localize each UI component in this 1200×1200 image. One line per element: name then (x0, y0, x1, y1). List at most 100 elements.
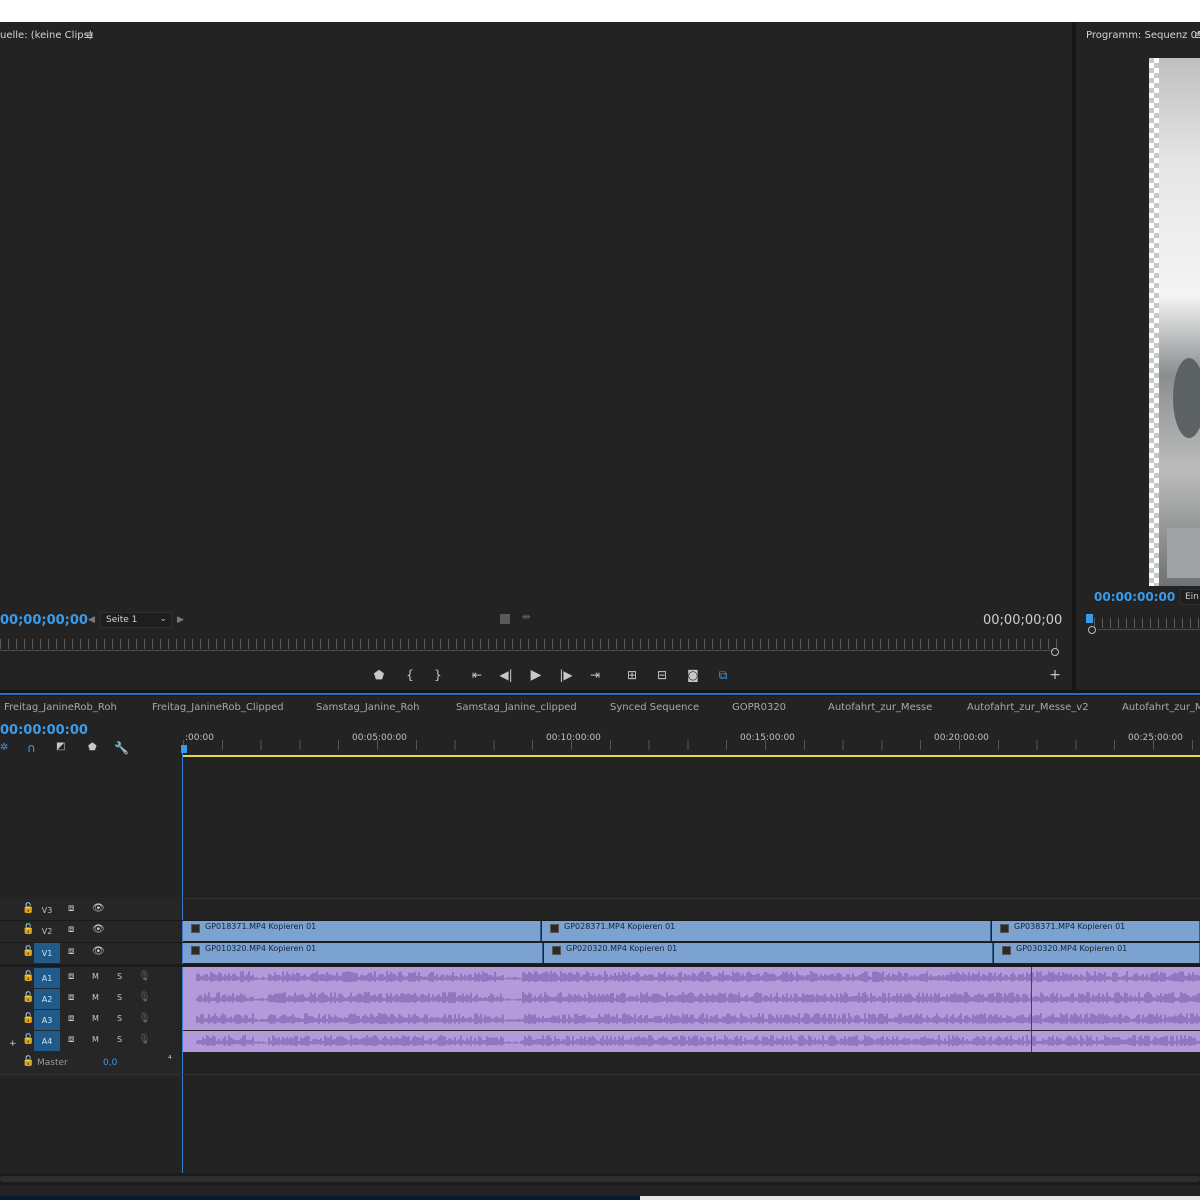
program-panel-title[interactable]: Programm: Sequenz 05 (1086, 30, 1200, 41)
step-back-icon[interactable]: ◀| (496, 666, 516, 684)
audio-clip-a1[interactable] (183, 967, 1200, 988)
video-clip[interactable]: GP038371.MP4 Kopieren 01 (992, 921, 1200, 941)
tab-sequence[interactable]: Autofahrt_zur_Me (1122, 702, 1200, 713)
sync-lock-icon[interactable]: ⧈ (68, 971, 74, 982)
track-header-v1[interactable]: 🔓 V1 ⧈ 👁 (0, 943, 180, 963)
program-menu-icon[interactable]: ≡ (1194, 28, 1200, 42)
add-button-icon[interactable]: + (1045, 666, 1065, 684)
audio-clip-a2[interactable] (183, 988, 1200, 1009)
tab-sequence[interactable]: Autofahrt_zur_Messe_v2 (967, 702, 1089, 713)
lock-icon[interactable]: 🔓 (22, 903, 34, 914)
mute-button[interactable]: M (92, 1014, 99, 1023)
track-label[interactable]: V1 (34, 943, 60, 963)
step-forward-icon[interactable]: |▶ (556, 666, 576, 684)
add-track-icon[interactable]: + (9, 1039, 17, 1049)
eye-icon[interactable]: 👁 (92, 946, 105, 957)
overwrite-icon[interactable]: ⊟ (652, 666, 672, 684)
source-scrub-track[interactable] (0, 650, 1054, 651)
program-ruler[interactable] (1094, 618, 1200, 628)
lock-icon[interactable]: 🔓 (22, 971, 34, 982)
timeline-timecode[interactable]: 00:00:00:00 (0, 723, 88, 738)
timeline-scroll-thumb[interactable] (0, 1176, 1200, 1182)
video-clip[interactable]: GP018371.MP4 Kopieren 01 (183, 921, 541, 941)
microphone-icon[interactable]: 🎙 (138, 971, 151, 982)
add-marker-icon[interactable]: ⬟ (369, 666, 389, 684)
lock-icon[interactable]: 🔓 (22, 1013, 34, 1024)
work-area-bar[interactable] (183, 755, 1200, 757)
solo-button[interactable]: S (117, 993, 122, 1002)
video-clip[interactable]: GP028371.MP4 Kopieren 01 (542, 921, 991, 941)
timeline-ruler[interactable] (183, 740, 1200, 750)
video-clip[interactable]: GP020320.MP4 Kopieren 01 (544, 943, 993, 963)
track-header-a1[interactable]: 🔓 A1 ⧈ M S 🎙 (0, 968, 180, 988)
track-label[interactable]: A1 (34, 968, 60, 988)
wrench-icon[interactable]: 🔧 (114, 741, 129, 755)
sync-lock-icon[interactable]: ⧈ (68, 992, 74, 1003)
track-header-a2[interactable]: 🔓 A2 ⧈ M S 🎙 (0, 989, 180, 1009)
track-header-v2[interactable]: 🔓 V2 ⧈ 👁 (0, 921, 180, 941)
video-clip[interactable]: GP010320.MP4 Kopieren 01 (183, 943, 543, 963)
eye-icon[interactable]: 👁 (92, 924, 105, 935)
track-header-a4[interactable]: + 🔓 A4 ⧈ M S 🎙 (0, 1031, 180, 1051)
mute-button[interactable]: M (92, 972, 99, 981)
mark-out-icon[interactable]: } (428, 666, 448, 684)
zoom-handle[interactable] (1051, 648, 1059, 656)
source-ruler[interactable] (0, 639, 1060, 649)
track-label[interactable]: V3 (34, 900, 60, 920)
program-zoom-handle[interactable] (1088, 626, 1096, 634)
lock-icon[interactable]: 🔓 (22, 1056, 34, 1067)
program-playhead[interactable] (1086, 614, 1093, 623)
audio-edit-point[interactable] (1031, 967, 1032, 1052)
linked-selection-icon[interactable]: ◩ (56, 741, 65, 752)
lock-icon[interactable]: 🔓 (22, 1034, 34, 1045)
video-clip[interactable]: GP030320.MP4 Kopieren 01 (994, 943, 1200, 963)
lock-icon[interactable]: 🔓 (22, 924, 34, 935)
mute-button[interactable]: M (92, 993, 99, 1002)
sync-lock-icon[interactable]: ⧈ (68, 1034, 74, 1045)
page-select[interactable]: Seite 1 ⌄ (100, 612, 172, 628)
next-page-icon[interactable]: ▶ (177, 615, 184, 625)
sync-lock-icon[interactable]: ⧈ (68, 946, 74, 957)
hamburger-menu-icon[interactable]: ≡ (84, 28, 94, 42)
play-icon[interactable]: ▶ (526, 666, 546, 684)
sync-lock-icon[interactable]: ⧈ (68, 1013, 74, 1024)
fit-select[interactable]: Ein (1180, 589, 1200, 605)
track-label[interactable]: A3 (34, 1010, 60, 1030)
go-to-in-icon[interactable]: ⇤ (467, 666, 487, 684)
ripple-icon[interactable]: ⇹ (522, 612, 530, 623)
mute-button[interactable]: M (92, 1035, 99, 1044)
tab-sequence[interactable]: GOPR0320 (732, 702, 786, 713)
sync-lock-icon[interactable]: ⧈ (68, 903, 74, 914)
source-panel-title[interactable]: uelle: (keine Clips) (0, 30, 93, 41)
tab-sequence[interactable]: Synced Sequence (610, 702, 699, 713)
microphone-icon[interactable]: 🎙 (138, 992, 151, 1003)
solo-button[interactable]: S (117, 1035, 122, 1044)
keyframe-icon[interactable]: ⁴ (168, 1055, 172, 1065)
solo-button[interactable]: S (117, 1014, 122, 1023)
toggle-proxies-icon[interactable]: ⧉ (713, 666, 733, 684)
lock-icon[interactable]: 🔓 (22, 992, 34, 1003)
eye-icon[interactable]: 👁 (92, 903, 105, 914)
track-label[interactable]: A4 (34, 1031, 60, 1051)
mark-in-icon[interactable]: { (400, 666, 420, 684)
prev-page-icon[interactable]: ◀ (88, 615, 95, 625)
track-header-master[interactable]: 🔓 Master 0,0 ⁴ (0, 1053, 180, 1073)
program-timecode[interactable]: 00:00:00:00 (1094, 590, 1175, 604)
solo-button[interactable]: S (117, 972, 122, 981)
insert-icon[interactable]: ⊞ (622, 666, 642, 684)
tab-sequence[interactable]: Autofahrt_zur_Messe (828, 702, 932, 713)
timeline-playhead-handle[interactable] (181, 745, 187, 753)
tab-sequence[interactable]: Freitag_JanineRob_Roh (4, 702, 117, 713)
master-volume[interactable]: 0,0 (103, 1058, 117, 1068)
snap-icon[interactable]: ✲ (0, 742, 8, 753)
magnet-icon[interactable]: ∩ (27, 741, 36, 755)
tab-sequence[interactable]: Samstag_Janine_Roh (316, 702, 419, 713)
go-to-out-icon[interactable]: ⇥ (585, 666, 605, 684)
microphone-icon[interactable]: 🎙 (138, 1013, 151, 1024)
track-label[interactable]: A2 (34, 989, 60, 1009)
tab-sequence[interactable]: Samstag_Janine_clipped (456, 702, 577, 713)
audio-clip-a3[interactable] (183, 1009, 1200, 1030)
sync-lock-icon[interactable]: ⧈ (68, 924, 74, 935)
export-frame-icon[interactable]: ◙ (683, 666, 703, 684)
audio-clip-a4[interactable] (183, 1031, 1200, 1052)
